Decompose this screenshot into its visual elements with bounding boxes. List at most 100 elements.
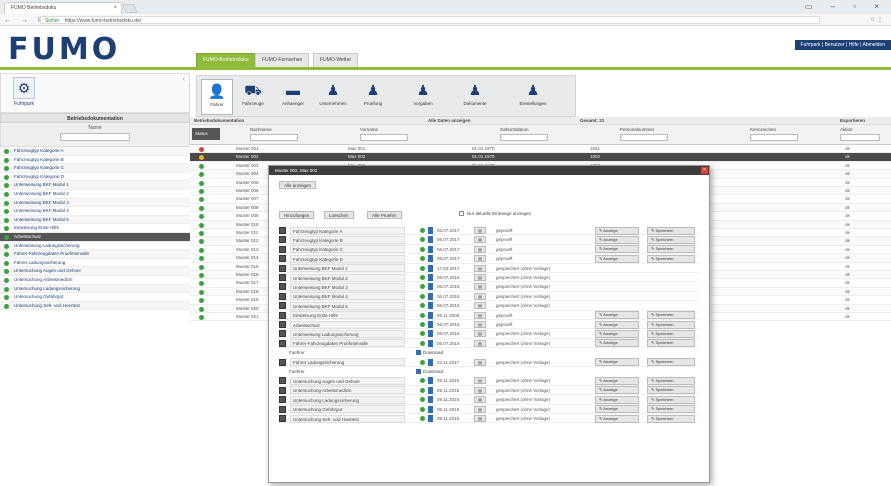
modal-row[interactable]: Unterweisung BKF Modul 2 06.07.2016 ▤ gespe… <box>279 273 699 283</box>
sidebar-item[interactable]: Untersuchung Gefahrgut <box>0 293 190 302</box>
view-button[interactable]: ✎ Anzeige <box>595 376 639 385</box>
save-button[interactable]: ✎ Speichern <box>647 358 695 367</box>
checkbox-box[interactable] <box>459 211 464 217</box>
edit-button[interactable]: ▤ <box>474 302 486 310</box>
modal-row[interactable]: Untersuchung Gefahrgut 09.11.2016 ▤ gespeic… <box>279 405 699 414</box>
save-button[interactable]: ✎ Speichern <box>647 254 695 263</box>
document-icon[interactable] <box>428 292 433 300</box>
modal-row[interactable]: Fahrer-Fahrzeugdaten Pruefintervalle 06.0… <box>279 339 699 349</box>
sidebar-tool-fuhrpark[interactable]: ⚙ Fuhrpark <box>5 77 43 107</box>
table-row[interactable]: Muster 002 Max 002 01.01.1970 1002 ok <box>190 153 891 162</box>
edit-button[interactable]: ▤ <box>474 236 486 244</box>
close-icon[interactable]: × <box>113 5 117 11</box>
document-icon[interactable] <box>428 264 433 272</box>
view-button[interactable]: ✎ Anzeige <box>595 405 639 414</box>
view-button[interactable]: ✎ Anzeige <box>595 311 639 320</box>
modal-row[interactable]: Untersuchung Seh- und Hoertest 09.11.2016… <box>279 414 699 424</box>
view-button[interactable]: ✎ Anzeige <box>595 226 639 235</box>
document-icon[interactable] <box>428 236 433 244</box>
view-button[interactable]: ✎ Anzeige <box>595 320 639 329</box>
sidebar-item[interactable]: Fahrer Ladungssicherung <box>0 259 190 268</box>
document-icon[interactable] <box>428 405 433 413</box>
edit-button[interactable]: ▤ <box>474 311 486 319</box>
delete-button[interactable]: Loeschen <box>324 211 354 219</box>
toolbar-unternehmen[interactable]: ♟ Unternehmen <box>317 79 349 106</box>
save-button[interactable]: ✎ Speichern <box>647 320 695 329</box>
tab-wetter[interactable]: FUMO-Wetter <box>313 53 359 67</box>
document-icon[interactable] <box>428 415 433 422</box>
sidebar-item[interactable]: Unterweisung BKF Modul 5 <box>0 215 190 225</box>
modal-row[interactable]: Untersuchung Augen und Gehoer 09.11.2016 ▤… <box>279 376 699 386</box>
sidebar-item[interactable]: Untersuchung Seh- und Hoertest <box>0 301 190 311</box>
save-button[interactable]: ✎ Speichern <box>647 311 695 320</box>
modal-row[interactable]: Untersuchung Ladungssicherung 09.11.2016 ▤… <box>279 395 699 405</box>
document-icon[interactable] <box>428 227 433 234</box>
url-input[interactable]: Sicher https://www.fumo-betriebsdoku.de/ <box>40 16 820 24</box>
row-select-icon[interactable] <box>279 274 286 281</box>
modal-row[interactable]: Einweisung Erste Hilfe 09.11.2008 ▤ gepruef… <box>279 311 699 320</box>
row-select-icon[interactable] <box>279 339 286 347</box>
save-button[interactable]: ✎ Speichern <box>647 226 695 235</box>
view-button[interactable]: ✎ Anzeige <box>595 254 639 263</box>
sidebar-search-input[interactable] <box>60 133 130 141</box>
edit-button[interactable]: ▤ <box>474 405 486 413</box>
status-column-header[interactable]: Status <box>192 128 220 140</box>
save-button[interactable]: ✎ Speichern <box>647 405 695 414</box>
document-icon[interactable] <box>428 377 433 385</box>
sidebar-item[interactable]: Fahrzeugtyp Kategorie A <box>0 147 190 156</box>
show-all-button[interactable]: Alle anzeigen <box>279 181 317 189</box>
edit-button[interactable]: ▤ <box>474 227 486 234</box>
view-button[interactable]: ✎ Anzeige <box>595 245 639 254</box>
row-select-icon[interactable] <box>279 386 286 394</box>
sidebar-item[interactable]: Untersuchung Arbeitsmedizin <box>0 276 190 285</box>
filter-aktion-input[interactable] <box>840 134 880 141</box>
filter-nachname-input[interactable] <box>250 134 298 141</box>
row-select-icon[interactable] <box>279 292 286 300</box>
view-button[interactable]: ✎ Anzeige <box>595 386 639 395</box>
subrow-value[interactable]: Download <box>423 348 443 357</box>
sidebar-item[interactable]: Einweisung Erste Hilfe <box>0 224 190 233</box>
sidebar-item[interactable]: Fahrzeugtyp Kategorie C <box>0 164 190 173</box>
collapse-icon[interactable]: ‹ <box>183 76 185 83</box>
row-select-icon[interactable] <box>279 405 286 413</box>
row-select-icon[interactable] <box>279 358 286 366</box>
browser-tab[interactable]: FUMO Betriebsdoku × <box>4 2 122 14</box>
row-select-icon[interactable] <box>279 245 286 253</box>
document-icon[interactable] <box>428 330 433 338</box>
edit-button[interactable]: ▤ <box>474 264 486 272</box>
save-button[interactable]: ✎ Speichern <box>647 386 695 395</box>
sidebar-item[interactable]: Untersuchung Augen und Gehoer <box>0 267 190 276</box>
row-select-icon[interactable] <box>279 321 286 328</box>
view-button[interactable]: ✎ Anzeige <box>595 414 639 423</box>
modal-row[interactable]: Fahrer Ladungssicherung 24.11.2017 ▤ gespei… <box>279 358 699 367</box>
document-icon[interactable] <box>428 321 433 328</box>
modal-row[interactable]: Unterweisung BKF Modul 5 06.07.2016 ▤ gespe… <box>279 301 699 311</box>
modal-row[interactable]: Unterweisung BKF Modul 4 06.07.2016 ▤ gespe… <box>279 292 699 302</box>
modal-row[interactable]: Fahrzeugtyp Kategorie A 06.07.2017 ▤ geprue… <box>279 226 699 236</box>
edit-button[interactable]: ▤ <box>474 377 486 385</box>
sidebar-item[interactable]: Fahrzeugtyp Kategorie B <box>0 156 190 165</box>
sidebar-item[interactable]: Arbeitsschutz <box>0 232 190 242</box>
sidebar-item[interactable]: Unterweisung BKF Modul 2 <box>0 190 190 199</box>
row-select-icon[interactable] <box>279 264 286 272</box>
new-tab-button[interactable] <box>122 4 138 13</box>
save-button[interactable]: ✎ Speichern <box>647 395 695 404</box>
toolbar-fahrer[interactable]: 👤 Fahrer <box>201 79 233 115</box>
toolbar-fahrzeuge[interactable]: ⛟ Fahrzeuge <box>237 79 269 106</box>
view-button[interactable]: ✎ Anzeige <box>595 358 639 367</box>
filter-kennzeichen-input[interactable] <box>750 134 798 141</box>
window-controls[interactable]: ▭ – ▫ × <box>805 2 887 11</box>
tab-betriebsdoku[interactable]: FUMO-Betriebsdoku <box>196 53 256 67</box>
toolbar-vorgaben[interactable]: ♟ Vorgaben <box>407 79 439 106</box>
row-select-icon[interactable] <box>279 377 286 385</box>
document-icon[interactable] <box>428 358 433 366</box>
modal-row[interactable]: Unterweisung Ladungssicherung 06.07.2016 ▤… <box>279 329 699 339</box>
edit-button[interactable]: ▤ <box>474 292 486 300</box>
check-all-button[interactable]: Alle Pruefen <box>367 211 402 219</box>
subrow-value[interactable]: Download <box>423 367 443 376</box>
document-icon[interactable] <box>428 274 433 281</box>
filter-personalnummer-input[interactable] <box>620 134 668 141</box>
add-button[interactable]: Hinzufuegen <box>279 211 315 219</box>
row-select-icon[interactable] <box>279 227 286 234</box>
filter-vorname-input[interactable] <box>360 134 408 141</box>
